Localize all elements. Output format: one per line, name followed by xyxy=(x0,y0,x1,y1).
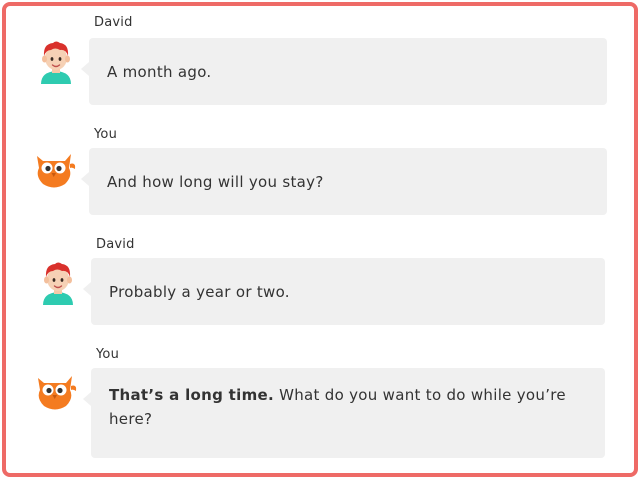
message-text-block: That’s a long time. What do you want to … xyxy=(109,383,587,431)
owl-avatar-icon xyxy=(31,146,77,192)
message-text: A month ago. xyxy=(107,62,212,81)
speaker-name: You xyxy=(96,347,120,362)
owl-avatar-icon xyxy=(32,368,78,414)
chat-panel: David A month ago. You And how long will… xyxy=(2,2,638,477)
message-bubble: A month ago. xyxy=(81,38,607,105)
message-text: And how long will you stay? xyxy=(107,172,324,191)
message-bold-text: That’s a long time. xyxy=(109,386,274,404)
boy-avatar-icon xyxy=(35,259,81,305)
speaker-name: David xyxy=(94,15,133,30)
speaker-name: You xyxy=(94,127,118,142)
message-text: Probably a year or two. xyxy=(109,282,290,301)
message-bubble: Probably a year or two. xyxy=(83,258,605,325)
boy-avatar-icon xyxy=(33,38,79,84)
message-bubble: That’s a long time. What do you want to … xyxy=(83,368,605,458)
speaker-name: David xyxy=(96,237,135,252)
message-bubble: And how long will you stay? xyxy=(81,148,607,215)
